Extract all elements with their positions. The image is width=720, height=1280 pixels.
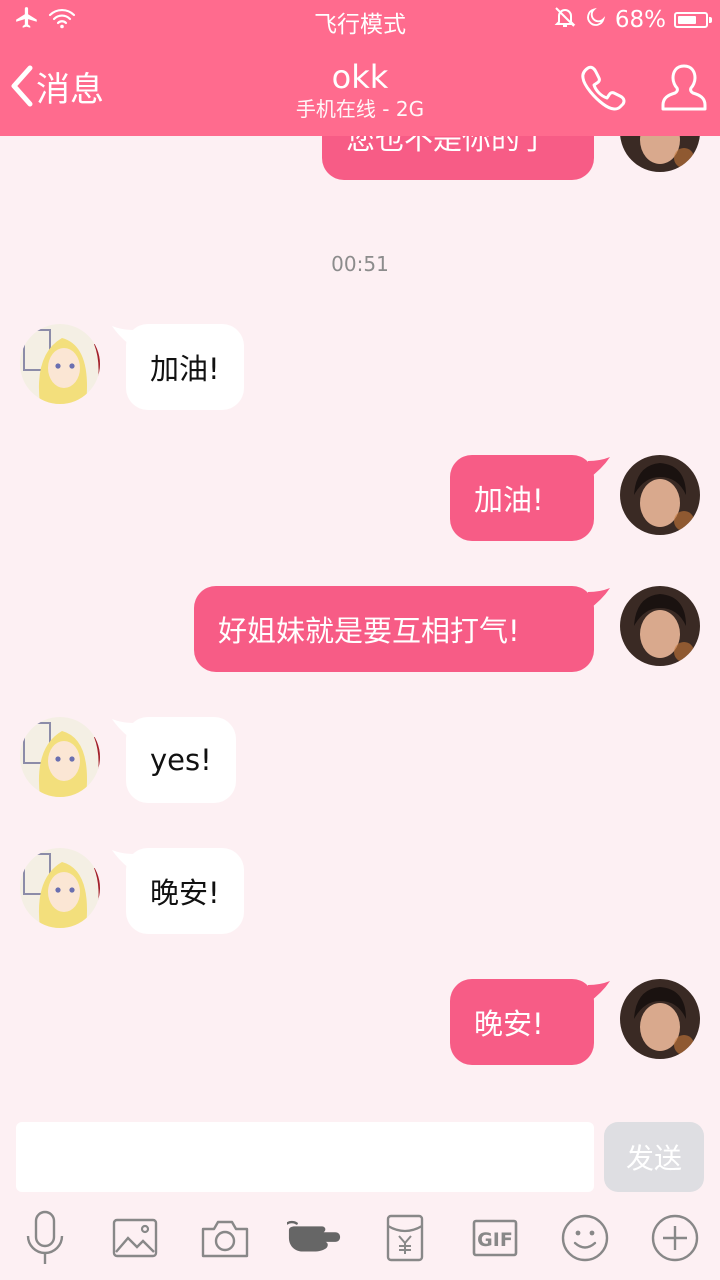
message-text: 加油!: [474, 483, 544, 517]
profile-icon[interactable]: [656, 60, 712, 116]
message-input[interactable]: [16, 1122, 594, 1192]
message-bubble-in[interactable]: 加油!: [126, 324, 244, 410]
my-avatar[interactable]: [620, 586, 700, 666]
contact-avatar[interactable]: [20, 324, 100, 404]
message-bubble-out[interactable]: 好姐妹就是要互相打气!: [194, 586, 594, 672]
message-text: 好姐妹就是要互相打气!: [218, 614, 520, 648]
contact-avatar[interactable]: [20, 717, 100, 797]
mute-bell-icon: [553, 5, 577, 35]
message-text: 加油!: [150, 352, 220, 386]
moon-icon: [585, 6, 607, 34]
input-area: 发送 GIF: [0, 1106, 720, 1280]
message-timestamp: 00:51: [331, 252, 389, 276]
emoji-icon[interactable]: [557, 1210, 613, 1266]
message-text: 您也不是你的了: [346, 136, 550, 156]
send-button[interactable]: 发送: [604, 1122, 704, 1192]
message-text: yes!: [150, 743, 212, 777]
image-icon[interactable]: [107, 1210, 163, 1266]
contact-avatar[interactable]: [20, 848, 100, 928]
message-text: 晚安!: [150, 876, 220, 910]
poke-hand-icon[interactable]: [287, 1210, 343, 1266]
back-label: 消息: [36, 69, 104, 110]
chat-header: 飞行模式 68% 消息 okk 手机在线 - 2G: [0, 0, 720, 136]
message-bubble-in[interactable]: 晚安!: [126, 848, 244, 934]
bubble-tail: [588, 457, 610, 479]
my-avatar[interactable]: [620, 136, 700, 172]
plus-icon[interactable]: [647, 1210, 703, 1266]
red-packet-icon[interactable]: [377, 1210, 433, 1266]
battery-percent: 68%: [614, 7, 666, 33]
gif-label: GIF: [477, 1229, 513, 1251]
message-bubble-out[interactable]: 晚安!: [450, 979, 594, 1065]
chevron-left-icon: [11, 65, 33, 107]
phone-icon[interactable]: [574, 60, 630, 116]
my-avatar[interactable]: [620, 455, 700, 535]
back-button[interactable]: 消息: [8, 58, 104, 114]
battery-icon: [674, 12, 712, 28]
bubble-tail: [588, 588, 610, 610]
camera-icon[interactable]: [197, 1210, 253, 1266]
my-avatar[interactable]: [620, 979, 700, 1059]
message-bubble-out[interactable]: 您也不是你的了: [322, 136, 594, 180]
gif-icon[interactable]: GIF: [467, 1210, 523, 1266]
status-bar: 飞行模式 68%: [0, 0, 720, 40]
bubble-tail: [588, 981, 610, 1003]
message-text: 晚安!: [474, 1007, 544, 1041]
message-bubble-out[interactable]: 加油!: [450, 455, 594, 541]
message-bubble-in[interactable]: yes!: [126, 717, 236, 803]
chat-area[interactable]: 您也不是你的了 00:51 加油! 加油! 好姐妹就是要互相打气! yes! 晚…: [0, 136, 720, 1106]
microphone-icon[interactable]: [17, 1210, 73, 1266]
status-right-icons: 68%: [553, 5, 712, 35]
